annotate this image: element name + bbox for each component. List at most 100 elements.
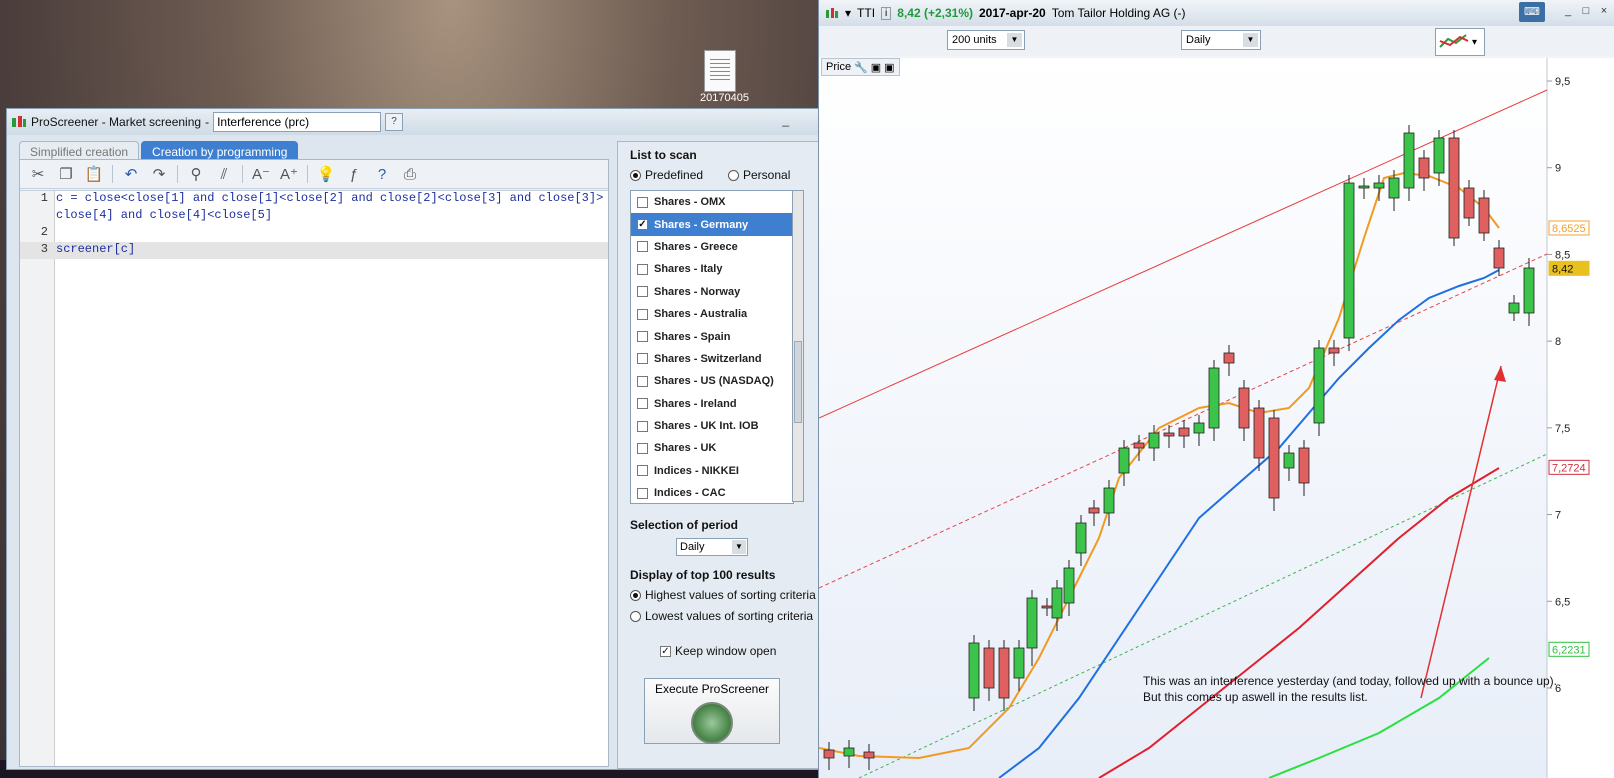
- candle-body: [1343, 182, 1355, 339]
- minimize-button[interactable]: _: [1561, 4, 1575, 18]
- scan-list-item[interactable]: Shares - UK: [631, 437, 793, 459]
- font-increase-icon[interactable]: A⁺: [279, 164, 299, 184]
- code-area[interactable]: 1 c = close<close[1] and close[1]<close[…: [20, 190, 608, 766]
- scan-list-item-label: Shares - US (NASDAQ): [654, 375, 774, 388]
- function-icon[interactable]: ƒ: [344, 164, 364, 184]
- undo-icon[interactable]: ↶: [121, 164, 141, 184]
- info-icon[interactable]: i: [881, 6, 892, 20]
- scan-list-item[interactable]: Indices - CAC: [631, 482, 793, 503]
- checkbox[interactable]: [637, 398, 648, 410]
- indicators-button[interactable]: ▾: [1435, 28, 1485, 56]
- checkbox[interactable]: [637, 442, 648, 454]
- candle-body: [1118, 447, 1130, 474]
- scan-list-item[interactable]: ✓ Shares - Germany: [631, 213, 793, 236]
- scan-list-item[interactable]: Shares - Switzerland: [631, 348, 793, 370]
- candle-body: [1478, 197, 1490, 234]
- help-circle-icon[interactable]: ?: [372, 164, 392, 184]
- checkbox[interactable]: [637, 487, 648, 499]
- code-line[interactable]: close[4] and close[4]<close[5]: [20, 208, 608, 225]
- checkbox[interactable]: ✓: [637, 219, 648, 231]
- maximize-button[interactable]: □: [1579, 4, 1593, 18]
- units-select[interactable]: 200 units ▼: [947, 30, 1025, 50]
- scan-list-item[interactable]: Shares - Greece: [631, 236, 793, 258]
- candle-body: [1223, 352, 1235, 364]
- scan-list-item[interactable]: Shares - Ireland: [631, 393, 793, 415]
- lowest-values-radio[interactable]: Lowest values of sorting criteria: [630, 609, 813, 623]
- desktop-file[interactable]: 20170405: [700, 50, 749, 104]
- lightbulb-icon[interactable]: 💡: [316, 164, 336, 184]
- checkbox[interactable]: [637, 331, 648, 343]
- annotation-line-1: This was an interference yesterday (and …: [1143, 674, 1558, 688]
- price-chart[interactable]: 9,598,587,576,568,65258,427,27246,2231: [819, 58, 1614, 778]
- scan-list-item[interactable]: Shares - Norway: [631, 281, 793, 303]
- keep-window-open-checkbox[interactable]: ✓ Keep window open: [660, 644, 776, 658]
- redo-icon[interactable]: ↷: [149, 164, 169, 184]
- checkbox[interactable]: [637, 196, 648, 208]
- chart-titlebar[interactable]: ▾ TTI i 8,42 (+2,31%) 2017-apr-20 Tom Ta…: [819, 0, 1614, 26]
- proscreener-window: ProScreener - Market screening - ? _ Sim…: [6, 108, 820, 770]
- checkbox[interactable]: ✓: [660, 645, 671, 657]
- minimize-button[interactable]: _: [782, 113, 789, 127]
- paste-icon[interactable]: 📋: [84, 164, 104, 184]
- copy-icon[interactable]: ❐: [56, 164, 76, 184]
- comment-icon[interactable]: ⫽: [214, 164, 234, 184]
- price-panel-tab[interactable]: Price 🔧 ▣ ▣: [821, 58, 900, 76]
- scrollbar-thumb[interactable]: [794, 341, 802, 423]
- cut-icon[interactable]: ✂: [28, 164, 48, 184]
- scan-list-item[interactable]: Shares - OMX: [631, 191, 793, 213]
- search-icon[interactable]: ⚲: [186, 164, 206, 184]
- scan-list[interactable]: Shares - OMX ✓ Shares - Germany Shares - Gr…: [630, 190, 794, 504]
- close-button[interactable]: ×: [1597, 4, 1611, 18]
- chart-date: 2017-apr-20: [978, 6, 1046, 20]
- checkbox[interactable]: [637, 375, 648, 387]
- checkbox[interactable]: [637, 465, 648, 477]
- checkbox[interactable]: [637, 241, 648, 253]
- scan-list-item[interactable]: Shares - UK Int. IOB: [631, 415, 793, 437]
- timeframe-select[interactable]: Daily ▼: [1181, 30, 1261, 50]
- scan-list-item[interactable]: Shares - Italy: [631, 258, 793, 280]
- price-tag-value: 8,6525: [1552, 223, 1586, 235]
- screener-name-input[interactable]: [213, 112, 382, 132]
- checkbox[interactable]: [637, 263, 648, 275]
- scan-list-item[interactable]: Shares - Spain: [631, 325, 793, 347]
- radio-dot[interactable]: [630, 589, 641, 601]
- radio-dot[interactable]: [630, 610, 641, 622]
- highest-values-radio[interactable]: Highest values of sorting criteria: [630, 588, 816, 602]
- scan-list-item[interactable]: Indices - NIKKEI: [631, 460, 793, 482]
- radio-dot[interactable]: [630, 169, 641, 181]
- editor-toolbar: ✂ ❐ 📋 ↶ ↷ ⚲ ⫽ A⁻ A⁺ 💡 ƒ ? ⎙: [20, 160, 608, 189]
- checkbox[interactable]: [637, 353, 648, 365]
- panel-down-icon[interactable]: ▣: [871, 61, 881, 74]
- scan-list-item[interactable]: Shares - US (NASDAQ): [631, 370, 793, 392]
- font-decrease-icon[interactable]: A⁻: [251, 164, 271, 184]
- scan-settings-pane: List to scan Predefined Personal Shares …: [617, 141, 819, 769]
- scan-list-item[interactable]: Shares - Australia: [631, 303, 793, 325]
- keyboard-icon[interactable]: ⌨: [1519, 2, 1545, 22]
- predefined-radio[interactable]: Predefined: [630, 168, 703, 182]
- checkbox[interactable]: [637, 308, 648, 320]
- code-line[interactable]: 1 c = close<close[1] and close[1]<close[…: [20, 191, 608, 208]
- code-text: screener[c]: [56, 242, 136, 256]
- proscreener-titlebar[interactable]: ProScreener - Market screening - ? _: [7, 109, 819, 135]
- personal-radio[interactable]: Personal: [728, 168, 790, 182]
- help-icon[interactable]: ?: [385, 113, 404, 131]
- radio-dot[interactable]: [728, 169, 739, 181]
- candle-body: [823, 749, 835, 759]
- wrench-icon[interactable]: 🔧: [854, 61, 868, 74]
- execute-proscreener-button[interactable]: Execute ProScreener: [644, 678, 780, 744]
- period-select[interactable]: Daily ▼: [676, 538, 748, 556]
- svg-text:▾: ▾: [1472, 37, 1477, 48]
- chevron-down-icon: ▼: [1007, 33, 1022, 47]
- scan-list-item-label: Shares - Norway: [654, 285, 741, 298]
- print-icon[interactable]: ⎙: [400, 164, 420, 184]
- checkbox[interactable]: [637, 420, 648, 432]
- code-line[interactable]: 2: [20, 225, 608, 242]
- panel-up-icon[interactable]: ▣: [884, 61, 894, 74]
- toolbar-divider: [112, 165, 113, 183]
- candle-body: [1238, 387, 1250, 429]
- checkbox[interactable]: [637, 286, 648, 298]
- scan-list-scrollbar[interactable]: [792, 190, 804, 502]
- candle-body: [1388, 177, 1400, 199]
- chart-menu-arrow-icon[interactable]: ▾: [845, 6, 851, 20]
- code-line[interactable]: 3 screener[c]: [20, 242, 608, 259]
